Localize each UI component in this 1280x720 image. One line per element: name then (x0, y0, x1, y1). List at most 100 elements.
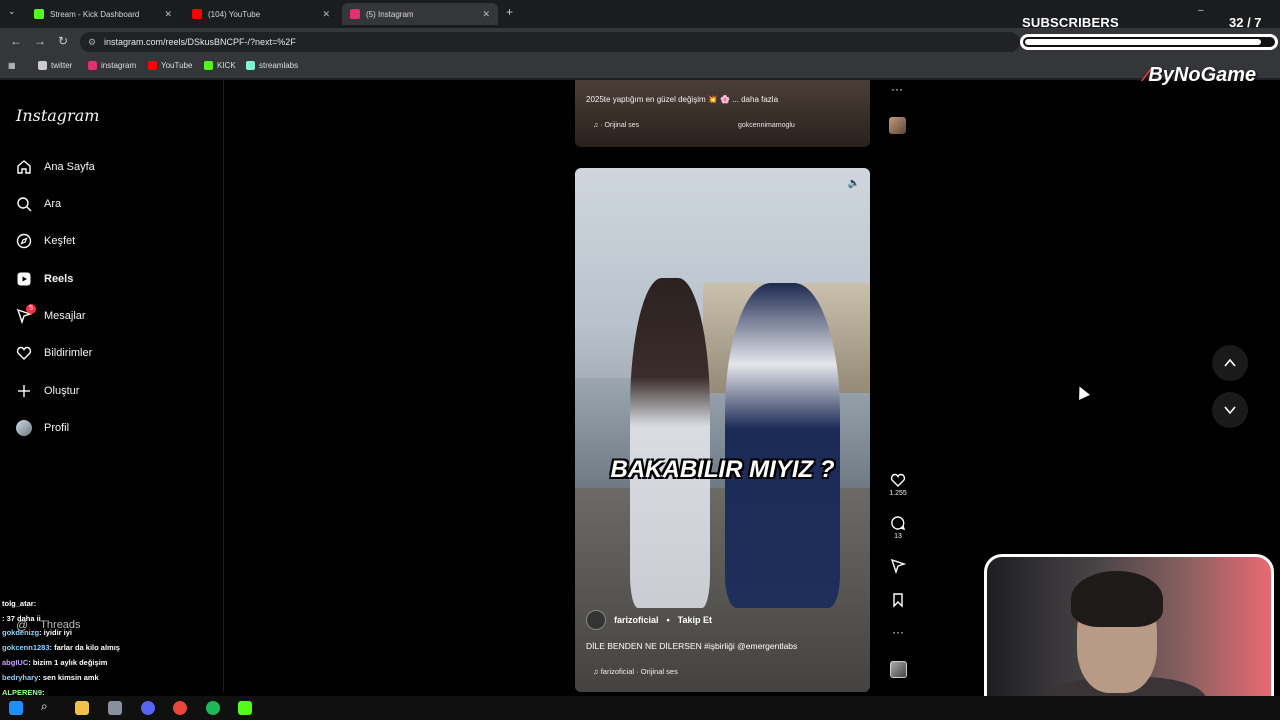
file-explorer-icon[interactable] (75, 701, 89, 715)
bookmark-label: KICK (217, 61, 236, 70)
chat-message: bedryhary: sen kimsin amk (2, 673, 192, 688)
follow-button[interactable]: Takip Et (678, 615, 712, 625)
bookmark-twitter[interactable]: twitter (38, 61, 72, 70)
chat-message: abgIUC: bizim 1 aylık değişim (2, 658, 192, 673)
sidebar-item-search[interactable]: Ara (16, 196, 61, 212)
reel-audio[interactable]: ♫ farizoficial · Orijinal ses (593, 667, 678, 676)
avatar-icon (16, 420, 32, 436)
windows-start-icon[interactable] (9, 701, 23, 715)
reels-icon (17, 272, 31, 286)
apps-icon[interactable]: ▦ (8, 61, 16, 70)
heart-icon (16, 346, 32, 360)
comment-count: 13 (894, 533, 902, 540)
tab-youtube[interactable]: (104) YouTube ✕ (184, 3, 338, 25)
person-right (725, 283, 840, 608)
tab-kick[interactable]: Stream - Kick Dashboard ✕ (26, 3, 180, 25)
chevron-down-icon (1224, 406, 1236, 415)
instagram-logo[interactable]: Instagram (16, 106, 99, 125)
like-button[interactable]: 1.255 (885, 472, 911, 497)
sidebar-item-label: Oluştur (44, 385, 80, 397)
search-icon[interactable]: ⌕ (41, 699, 55, 713)
search-icon (17, 197, 32, 212)
sidebar-item-label: Ara (44, 198, 62, 210)
sidebar-item-create[interactable]: Oluştur (16, 383, 79, 399)
tab-search-icon[interactable]: ⌄ (8, 6, 16, 17)
close-icon[interactable]: ✕ (322, 9, 330, 20)
bookmark-kick[interactable]: KICK (204, 61, 236, 70)
reel-username[interactable]: gokcennimamoglu (738, 122, 795, 129)
streamlabs-icon[interactable] (238, 701, 252, 715)
instagram-icon (88, 61, 97, 70)
discord-icon[interactable] (141, 701, 155, 715)
account-avatar[interactable] (586, 610, 606, 630)
tab-instagram[interactable]: (5) Instagram ✕ (342, 3, 498, 25)
close-icon[interactable]: ✕ (482, 9, 490, 20)
bookmark-label: instagram (101, 61, 137, 70)
bookmark-youtube[interactable]: YouTube (148, 61, 192, 70)
share-button[interactable] (885, 558, 911, 576)
audio-thumbnail-image (889, 661, 907, 678)
spotify-icon[interactable] (206, 701, 220, 715)
more-options-icon[interactable]: ··· (891, 82, 903, 96)
site-info-icon[interactable]: ⚙ (88, 37, 96, 48)
bookmark-streamlabs[interactable]: streamlabs (246, 61, 298, 70)
chrome-icon[interactable] (173, 701, 187, 715)
bookmark-icon (893, 593, 903, 608)
sidebar-item-label: Profil (44, 422, 70, 434)
notification-badge: 5 (26, 304, 36, 314)
url-text: instagram.com/reels/DSkusBNCPF-/?next=%2… (104, 37, 296, 47)
youtube-icon (192, 9, 202, 19)
kick-icon (204, 61, 213, 70)
sidebar-item-reels[interactable]: Reels (16, 271, 73, 287)
minimize-icon[interactable]: – (1198, 5, 1204, 16)
sidebar-item-messages[interactable]: 5 Mesajlar (16, 304, 86, 325)
bookmark-instagram[interactable]: instagram (88, 61, 136, 70)
previous-reel-button[interactable] (1212, 345, 1248, 381)
more-options-icon[interactable]: ··· (885, 625, 911, 639)
reel-caption[interactable]: DİLE BENDEN NE DİLERSEN #işbirliği @emer… (586, 641, 797, 651)
bookmark-label: twitter (51, 61, 73, 70)
brand-logo: ⁄ByNoGame (1145, 64, 1256, 87)
previous-reel[interactable]: 2025te yaptığım en güzel değişim 💥 🌸 ...… (575, 80, 870, 147)
back-icon[interactable]: ← (10, 34, 22, 48)
subscribers-label: SUBSCRIBERS (1022, 15, 1119, 30)
tab-label: Stream - Kick Dashboard (50, 9, 140, 19)
streamer-hair (1071, 571, 1163, 627)
tab-label: (104) YouTube (208, 9, 261, 19)
chat-line-faded (2, 584, 192, 599)
sidebar-item-notifications[interactable]: Bildirimler (16, 345, 92, 361)
person-left (630, 278, 710, 608)
reel-caption[interactable]: 2025te yaptığım en güzel değişim 💥 🌸 ...… (586, 95, 778, 104)
reel-video[interactable]: 🔈 BAKABILIR MIYIZ ? farizoficial • Takip… (575, 168, 870, 692)
reel-audio[interactable]: ♫ · Orijinal ses (593, 122, 639, 129)
forward-icon[interactable]: → (34, 34, 46, 48)
sidebar-item-explore[interactable]: Keşfet (16, 233, 75, 249)
chat-username: gokcenn1283 (2, 643, 50, 653)
comment-button[interactable]: 13 (885, 515, 911, 540)
audio-thumbnail[interactable] (885, 661, 911, 678)
reel-username[interactable]: farizoficial (614, 615, 659, 625)
new-tab-icon[interactable]: + (506, 5, 513, 19)
next-reel-button[interactable] (1212, 392, 1248, 428)
audio-label: · Orijinal ses (600, 122, 640, 129)
compass-icon (16, 233, 32, 249)
save-button[interactable] (885, 592, 911, 610)
sidebar-item-profile[interactable]: Profil (16, 420, 69, 436)
reload-icon[interactable]: ↻ (58, 34, 68, 48)
url-input[interactable]: ⚙ instagram.com/reels/DSkusBNCPF-/?next=… (80, 32, 1020, 52)
sidebar-item-home[interactable]: Ana Sayfa (16, 159, 95, 175)
app-icon[interactable] (108, 701, 122, 715)
reel-account: farizoficial • Takip Et (586, 610, 712, 630)
comment-icon (891, 516, 906, 531)
brand-name: ByNoGame (1148, 64, 1257, 86)
chat-message: tolg_atar: (2, 599, 192, 614)
close-icon[interactable]: ✕ (164, 9, 172, 20)
audio-thumbnail[interactable] (889, 117, 906, 134)
heart-icon (890, 473, 906, 487)
volume-icon[interactable]: 🔈 (848, 178, 860, 189)
subscribers-progress-fill (1025, 39, 1261, 45)
stream-chat: tolg_atar:: 37 daha ii gokdenizg: iyidir … (2, 584, 192, 702)
chat-message: : 37 daha ii (2, 614, 192, 629)
separator-dot: • (666, 615, 670, 625)
plus-icon (18, 385, 30, 397)
